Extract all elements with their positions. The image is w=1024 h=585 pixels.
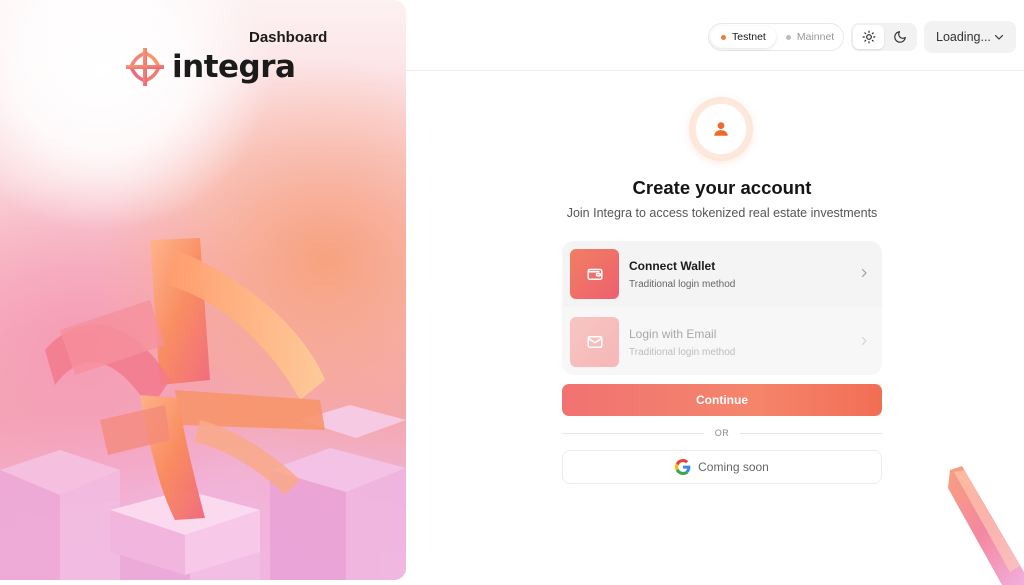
decorative-crystal [948,466,1024,585]
wallet-icon [587,268,602,280]
chevron-down-icon [994,34,1004,40]
google-login-button[interactable]: Coming soon [562,450,882,484]
top-header: Dashboard Testnet Mainnet Loading... [0,0,1024,71]
avatar [689,97,753,161]
mail-icon [587,336,602,348]
theme-toggle[interactable] [851,23,917,51]
login-methods: Connect Wallet Traditional login method … [562,241,882,375]
light-theme-button[interactable] [853,25,884,49]
divider-line [740,433,882,434]
method-icon-tile [570,317,619,367]
login-with-email-option[interactable]: Login with Email Traditional login metho… [562,309,882,375]
sun-icon [862,30,875,44]
google-icon [675,459,691,475]
network-option-label: Testnet [732,31,766,43]
page-title[interactable]: Dashboard [249,29,327,46]
header-divider [406,70,1024,71]
auth-subtitle: Join Integra to access tokenized real es… [566,206,878,220]
google-button-label: Coming soon [698,460,769,474]
status-dot [785,34,791,40]
moon-icon [893,31,906,43]
or-divider-text: OR [714,428,730,438]
method-description: Traditional login method [629,278,736,290]
network-option-mainnet[interactable]: Mainnet [776,26,844,48]
dark-theme-button[interactable] [884,25,915,49]
chevron-right-icon [861,336,867,346]
status-dot [721,34,726,40]
divider-line [562,433,704,434]
chevron-right-icon [861,268,867,278]
network-option-testnet[interactable]: Testnet [711,26,776,48]
account-dropdown[interactable]: Loading... [924,21,1016,53]
account-label: Loading... [936,30,991,44]
method-label: Login with Email [629,326,717,341]
network-toggle[interactable]: Testnet Mainnet [708,23,844,51]
continue-button[interactable]: Continue [562,384,882,416]
auth-title: Create your account [632,177,812,198]
method-icon-tile [570,249,619,299]
network-option-label: Mainnet [796,31,835,43]
connect-wallet-option[interactable]: Connect Wallet Traditional login method [562,241,882,307]
method-label: Connect Wallet [629,258,716,273]
user-icon [714,122,728,136]
method-description: Traditional login method [629,346,736,358]
